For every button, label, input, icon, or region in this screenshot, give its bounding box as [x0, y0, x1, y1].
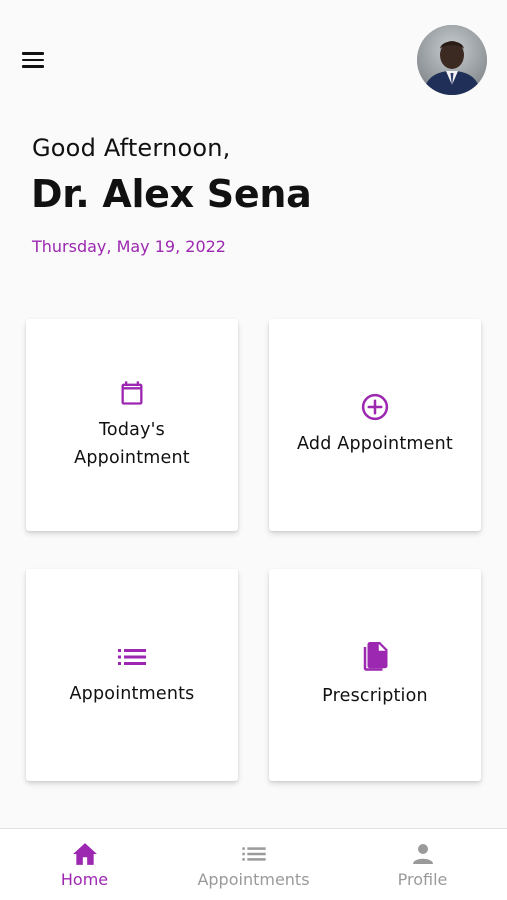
nav-home-label: Home	[60, 870, 109, 889]
prescription-label: Prescription	[322, 686, 428, 706]
todays-appointment-label-line1: Today's	[99, 420, 165, 440]
nav-appointments-label: Appointments	[197, 870, 310, 889]
document-icon	[360, 640, 390, 674]
status-bar	[0, 0, 507, 22]
person-icon	[410, 841, 436, 867]
greeting-text: Good Afternoon,	[32, 134, 231, 162]
add-circle-icon	[360, 392, 390, 422]
doctor-name: Dr. Alex Sena	[31, 172, 312, 216]
home-icon	[72, 841, 98, 867]
avatar[interactable]	[417, 25, 487, 95]
nav-profile-label: Profile	[397, 870, 448, 889]
todays-appointment-label: Today's Appointment	[74, 416, 190, 472]
prescription-card[interactable]: Prescription	[269, 569, 481, 781]
nav-appointments[interactable]: Appointments	[169, 829, 338, 900]
menu-icon-line	[22, 65, 44, 68]
nav-home[interactable]: Home	[0, 829, 169, 900]
list-icon	[241, 841, 267, 867]
nav-profile[interactable]: Profile	[338, 829, 507, 900]
add-appointment-label: Add Appointment	[297, 434, 453, 454]
menu-button[interactable]	[22, 49, 48, 71]
appointments-label: Appointments	[69, 684, 195, 704]
add-appointment-card[interactable]: Add Appointment	[269, 319, 481, 531]
todays-appointment-label-line2: Appointment	[74, 448, 190, 468]
bottom-navigation: Home Appointments Profile	[0, 828, 507, 900]
avatar-image	[417, 25, 487, 95]
menu-icon-line	[22, 58, 44, 62]
menu-icon-line	[22, 52, 44, 55]
todays-appointment-card[interactable]: Today's Appointment	[26, 319, 238, 531]
calendar-icon	[117, 378, 147, 408]
list-icon	[117, 642, 147, 672]
current-date: Thursday, May 19, 2022	[32, 237, 226, 256]
appointments-card[interactable]: Appointments	[26, 569, 238, 781]
